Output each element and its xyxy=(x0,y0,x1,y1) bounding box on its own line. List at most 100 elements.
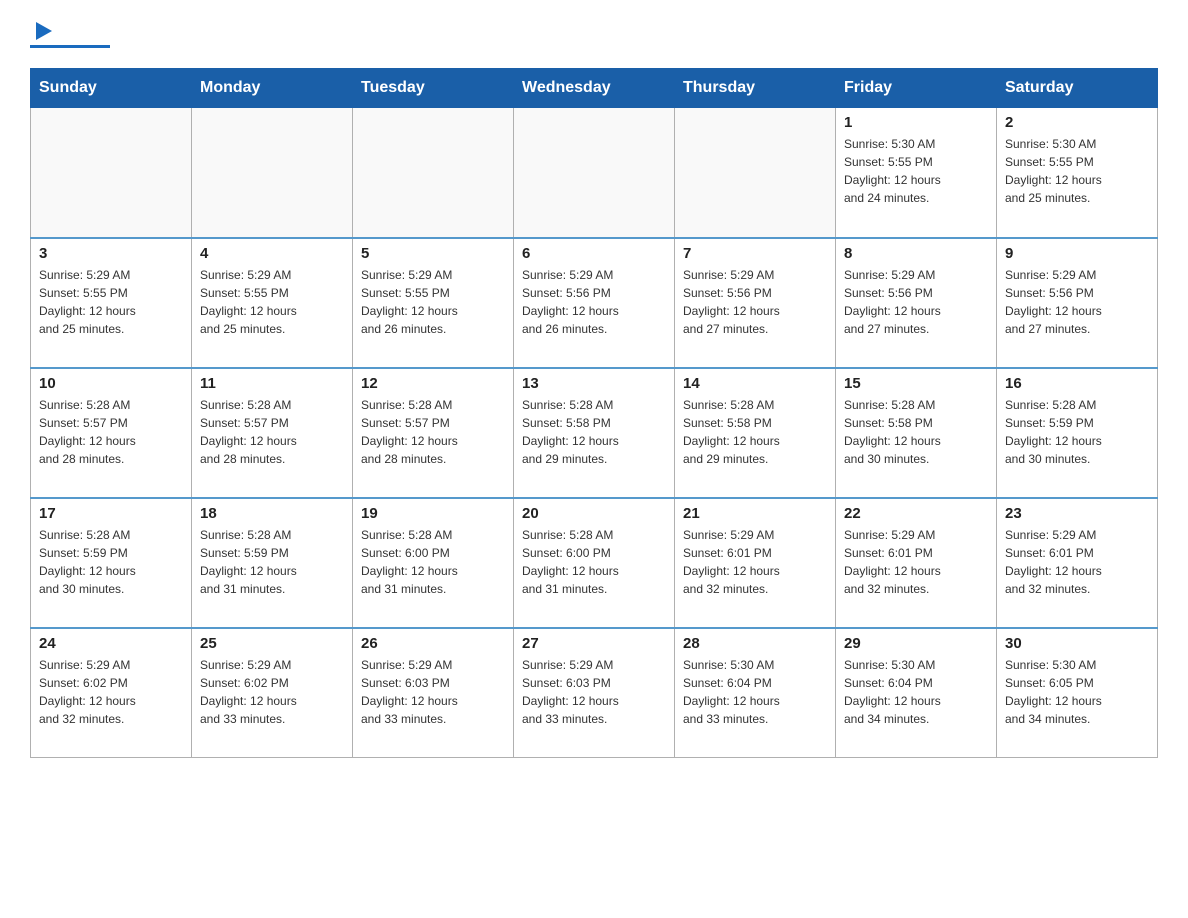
day-number: 4 xyxy=(200,245,344,262)
day-number: 22 xyxy=(844,505,988,522)
day-info: Sunrise: 5:29 AMSunset: 5:56 PMDaylight:… xyxy=(844,266,988,338)
day-number: 9 xyxy=(1005,245,1149,262)
day-number: 8 xyxy=(844,245,988,262)
calendar-cell: 14 Sunrise: 5:28 AMSunset: 5:58 PMDayligh… xyxy=(675,368,836,498)
day-info: Sunrise: 5:29 AMSunset: 5:56 PMDaylight:… xyxy=(683,266,827,338)
calendar-cell xyxy=(353,108,514,238)
day-info: Sunrise: 5:29 AMSunset: 5:56 PMDaylight:… xyxy=(1005,266,1149,338)
calendar-week-row: 1 Sunrise: 5:30 AMSunset: 5:55 PMDaylight… xyxy=(31,108,1158,238)
day-info: Sunrise: 5:29 AMSunset: 6:01 PMDaylight:… xyxy=(844,526,988,598)
calendar-cell: 16 Sunrise: 5:28 AMSunset: 5:59 PMDayligh… xyxy=(997,368,1158,498)
day-number: 5 xyxy=(361,245,505,262)
day-info: Sunrise: 5:28 AMSunset: 6:00 PMDaylight:… xyxy=(361,526,505,598)
day-number: 26 xyxy=(361,635,505,652)
day-number: 11 xyxy=(200,375,344,392)
day-number: 19 xyxy=(361,505,505,522)
day-info: Sunrise: 5:28 AMSunset: 5:59 PMDaylight:… xyxy=(1005,396,1149,468)
calendar-week-row: 3 Sunrise: 5:29 AMSunset: 5:55 PMDaylight… xyxy=(31,238,1158,368)
day-info: Sunrise: 5:28 AMSunset: 5:58 PMDaylight:… xyxy=(683,396,827,468)
day-info: Sunrise: 5:29 AMSunset: 6:01 PMDaylight:… xyxy=(1005,526,1149,598)
day-number: 16 xyxy=(1005,375,1149,392)
day-number: 30 xyxy=(1005,635,1149,652)
day-of-week-header: Thursday xyxy=(675,69,836,108)
day-of-week-header: Friday xyxy=(836,69,997,108)
calendar-cell xyxy=(675,108,836,238)
calendar-cell: 27 Sunrise: 5:29 AMSunset: 6:03 PMDayligh… xyxy=(514,628,675,758)
calendar-week-row: 10 Sunrise: 5:28 AMSunset: 5:57 PMDayligh… xyxy=(31,368,1158,498)
calendar-cell: 17 Sunrise: 5:28 AMSunset: 5:59 PMDayligh… xyxy=(31,498,192,628)
day-info: Sunrise: 5:30 AMSunset: 6:05 PMDaylight:… xyxy=(1005,656,1149,728)
day-of-week-header: Sunday xyxy=(31,69,192,108)
calendar-cell: 20Sunrise: 5:28 AMSunset: 6:00 PMDayligh… xyxy=(514,498,675,628)
day-of-week-header: Saturday xyxy=(997,69,1158,108)
day-info: Sunrise: 5:28 AMSunset: 5:57 PMDaylight:… xyxy=(361,396,505,468)
day-info: Sunrise: 5:29 AMSunset: 6:02 PMDaylight:… xyxy=(200,656,344,728)
day-info: Sunrise: 5:29 AMSunset: 6:02 PMDaylight:… xyxy=(39,656,183,728)
calendar-cell: 4 Sunrise: 5:29 AMSunset: 5:55 PMDaylight… xyxy=(192,238,353,368)
day-number: 24 xyxy=(39,635,183,652)
calendar-cell: 24 Sunrise: 5:29 AMSunset: 6:02 PMDayligh… xyxy=(31,628,192,758)
day-number: 18 xyxy=(200,505,344,522)
day-info: Sunrise: 5:29 AMSunset: 5:55 PMDaylight:… xyxy=(361,266,505,338)
day-number: 25 xyxy=(200,635,344,652)
calendar-cell xyxy=(31,108,192,238)
day-number: 7 xyxy=(683,245,827,262)
calendar-cell: 28 Sunrise: 5:30 AMSunset: 6:04 PMDayligh… xyxy=(675,628,836,758)
day-info: Sunrise: 5:29 AMSunset: 6:03 PMDaylight:… xyxy=(361,656,505,728)
calendar-cell: 30 Sunrise: 5:30 AMSunset: 6:05 PMDayligh… xyxy=(997,628,1158,758)
logo-flag-icon xyxy=(32,20,54,42)
day-info: Sunrise: 5:30 AMSunset: 6:04 PMDaylight:… xyxy=(683,656,827,728)
day-number: 21 xyxy=(683,505,827,522)
day-info: Sunrise: 5:29 AMSunset: 5:55 PMDaylight:… xyxy=(200,266,344,338)
calendar-cell: 5 Sunrise: 5:29 AMSunset: 5:55 PMDaylight… xyxy=(353,238,514,368)
calendar-week-row: 17 Sunrise: 5:28 AMSunset: 5:59 PMDayligh… xyxy=(31,498,1158,628)
page-header xyxy=(30,20,1158,48)
day-number: 27 xyxy=(522,635,666,652)
day-number: 12 xyxy=(361,375,505,392)
calendar-cell: 7 Sunrise: 5:29 AMSunset: 5:56 PMDaylight… xyxy=(675,238,836,368)
day-number: 28 xyxy=(683,635,827,652)
calendar-cell: 18 Sunrise: 5:28 AMSunset: 5:59 PMDayligh… xyxy=(192,498,353,628)
day-info: Sunrise: 5:30 AMSunset: 5:55 PMDaylight:… xyxy=(1005,135,1149,207)
calendar-week-row: 24 Sunrise: 5:29 AMSunset: 6:02 PMDayligh… xyxy=(31,628,1158,758)
calendar-cell: 12 Sunrise: 5:28 AMSunset: 5:57 PMDayligh… xyxy=(353,368,514,498)
day-info: Sunrise: 5:28 AMSunset: 5:59 PMDaylight:… xyxy=(39,526,183,598)
day-number: 17 xyxy=(39,505,183,522)
day-info: Sunrise: 5:28 AMSunset: 5:59 PMDaylight:… xyxy=(200,526,344,598)
logo xyxy=(30,20,116,48)
calendar-cell xyxy=(514,108,675,238)
calendar-cell xyxy=(192,108,353,238)
calendar-cell: 22 Sunrise: 5:29 AMSunset: 6:01 PMDayligh… xyxy=(836,498,997,628)
calendar-cell: 26 Sunrise: 5:29 AMSunset: 6:03 PMDayligh… xyxy=(353,628,514,758)
calendar-cell: 25 Sunrise: 5:29 AMSunset: 6:02 PMDayligh… xyxy=(192,628,353,758)
day-number: 10 xyxy=(39,375,183,392)
day-info: Sunrise: 5:28 AMSunset: 5:58 PMDaylight:… xyxy=(844,396,988,468)
calendar-cell: 8 Sunrise: 5:29 AMSunset: 5:56 PMDaylight… xyxy=(836,238,997,368)
calendar-cell: 2 Sunrise: 5:30 AMSunset: 5:55 PMDaylight… xyxy=(997,108,1158,238)
day-of-week-header: Wednesday xyxy=(514,69,675,108)
day-number: 2 xyxy=(1005,114,1149,131)
calendar-cell: 3 Sunrise: 5:29 AMSunset: 5:55 PMDaylight… xyxy=(31,238,192,368)
calendar-cell: 23Sunrise: 5:29 AMSunset: 6:01 PMDayligh… xyxy=(997,498,1158,628)
calendar-cell: 1 Sunrise: 5:30 AMSunset: 5:55 PMDaylight… xyxy=(836,108,997,238)
calendar-cell: 10 Sunrise: 5:28 AMSunset: 5:57 PMDayligh… xyxy=(31,368,192,498)
calendar-table: SundayMondayTuesdayWednesdayThursdayFrid… xyxy=(30,68,1158,758)
day-number: 14 xyxy=(683,375,827,392)
day-info: Sunrise: 5:29 AMSunset: 6:03 PMDaylight:… xyxy=(522,656,666,728)
calendar-cell: 6Sunrise: 5:29 AMSunset: 5:56 PMDaylight… xyxy=(514,238,675,368)
day-number: 15 xyxy=(844,375,988,392)
day-info: Sunrise: 5:28 AMSunset: 5:57 PMDaylight:… xyxy=(200,396,344,468)
calendar-cell: 11 Sunrise: 5:28 AMSunset: 5:57 PMDayligh… xyxy=(192,368,353,498)
day-info: Sunrise: 5:30 AMSunset: 5:55 PMDaylight:… xyxy=(844,135,988,207)
day-info: Sunrise: 5:29 AMSunset: 6:01 PMDaylight:… xyxy=(683,526,827,598)
day-info: Sunrise: 5:28 AMSunset: 5:57 PMDaylight:… xyxy=(39,396,183,468)
day-info: Sunrise: 5:30 AMSunset: 6:04 PMDaylight:… xyxy=(844,656,988,728)
calendar-cell: 21 Sunrise: 5:29 AMSunset: 6:01 PMDayligh… xyxy=(675,498,836,628)
day-info: Sunrise: 5:29 AMSunset: 5:55 PMDaylight:… xyxy=(39,266,183,338)
day-number: 3 xyxy=(39,245,183,262)
day-of-week-header: Tuesday xyxy=(353,69,514,108)
day-number: 6 xyxy=(522,245,666,262)
day-of-week-header: Monday xyxy=(192,69,353,108)
day-number: 1 xyxy=(844,114,988,131)
day-number: 29 xyxy=(844,635,988,652)
